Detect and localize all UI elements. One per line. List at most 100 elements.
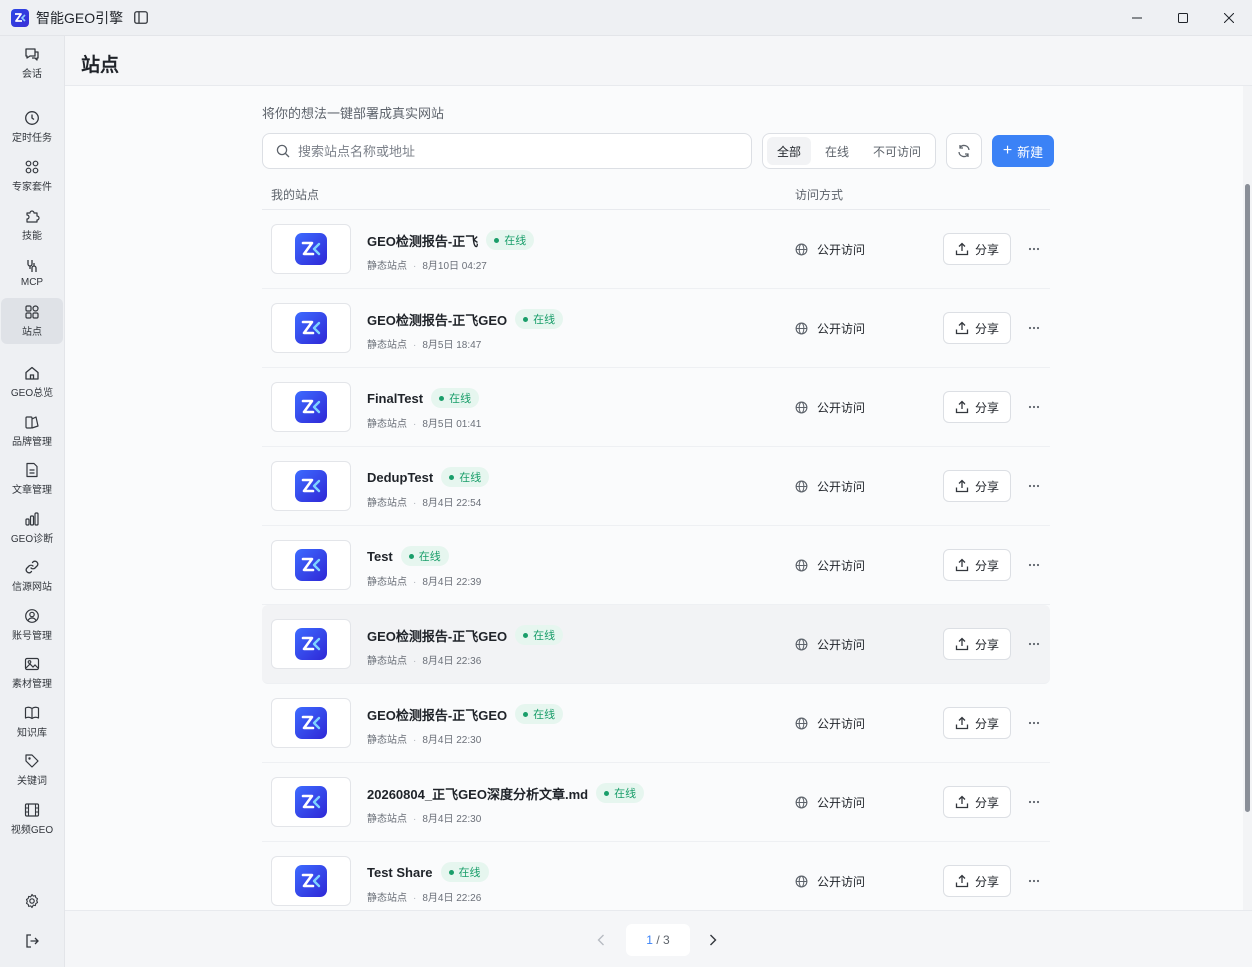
share-button[interactable]: 分享 xyxy=(943,786,1011,818)
maximize-button[interactable] xyxy=(1160,0,1206,36)
refresh-button[interactable] xyxy=(946,133,982,169)
minimize-button[interactable] xyxy=(1114,0,1160,36)
more-options-button[interactable] xyxy=(1024,714,1044,732)
site-type: 静态站点 xyxy=(367,261,407,272)
site-name[interactable]: Test Share xyxy=(367,865,433,880)
status-label: 在线 xyxy=(449,393,472,405)
site-row[interactable]: GEO检测报告-正飞GEO 在线 静态站点 · 8月4日 22:30 公开访问 分享 xyxy=(262,684,1050,763)
sidebar-item-scheduled-tasks[interactable]: 定时任务 xyxy=(0,104,64,150)
share-button[interactable]: 分享 xyxy=(943,628,1011,660)
more-options-button[interactable] xyxy=(1024,319,1044,337)
share-button[interactable]: 分享 xyxy=(943,233,1011,265)
sidebar-item-knowledge-base[interactable]: 知识库 xyxy=(0,699,64,745)
site-thumbnail[interactable] xyxy=(271,540,351,590)
site-row[interactable]: GEO检测报告-正飞GEO 在线 静态站点 · 8月4日 22:36 公开访问 分享 xyxy=(262,605,1050,684)
title-bar: 智能GEO引擎 xyxy=(0,0,1252,36)
sidebar-item-brand-management[interactable]: 品牌管理 xyxy=(0,408,64,454)
next-page-button[interactable] xyxy=(704,931,722,949)
sidebar-item-account-management[interactable]: 账号管理 xyxy=(0,602,64,648)
column-header-access: 访问方式 xyxy=(795,188,844,202)
site-row[interactable]: DedupTest 在线 静态站点 · 8月4日 22:54 公开访问 分享 xyxy=(262,447,1050,526)
globe-icon xyxy=(795,243,808,256)
site-row[interactable]: FinalTest 在线 静态站点 · 8月5日 01:41 公开访问 分享 xyxy=(262,368,1050,447)
site-row[interactable]: GEO检测报告-正飞 在线 静态站点 · 8月10日 04:27 公开访问 分享 xyxy=(262,210,1050,289)
site-thumbnail[interactable] xyxy=(271,224,351,274)
sidebar-item-chat[interactable]: 会话 xyxy=(0,40,64,86)
site-row[interactable]: Test Share 在线 静态站点 · 8月4日 22:26 公开访问 分享 xyxy=(262,842,1050,910)
site-thumbnail[interactable] xyxy=(271,619,351,669)
search-input[interactable] xyxy=(298,143,718,159)
share-button[interactable]: 分享 xyxy=(943,865,1011,897)
sidebar-item-geo-diagnosis[interactable]: GEO诊断 xyxy=(0,505,64,551)
share-label: 分享 xyxy=(974,400,999,415)
settings-button[interactable] xyxy=(0,886,64,916)
site-name[interactable]: GEO检测报告-正飞GEO xyxy=(367,705,507,724)
more-options-button[interactable] xyxy=(1024,398,1044,416)
new-site-button[interactable]: + 新建 xyxy=(992,135,1054,167)
status-dot-icon xyxy=(523,316,529,322)
site-name[interactable]: Test xyxy=(367,549,393,564)
share-button[interactable]: 分享 xyxy=(943,549,1011,581)
sidebar-item-article-management[interactable]: 文章管理 xyxy=(0,456,64,502)
more-dots-icon xyxy=(1028,800,1040,804)
site-name[interactable]: GEO检测报告-正飞GEO xyxy=(367,310,507,329)
sidebar-item-mcp[interactable]: MCP xyxy=(0,250,64,296)
share-label: 分享 xyxy=(974,242,999,257)
close-window-button[interactable] xyxy=(1206,0,1252,36)
site-row[interactable]: GEO检测报告-正飞GEO 在线 静态站点 · 8月5日 18:47 公开访问 分享 xyxy=(262,289,1050,368)
meta-separator: · xyxy=(413,340,417,351)
sidebar-toggle-icon[interactable] xyxy=(133,10,149,26)
filter-unreachable[interactable]: 不可访问 xyxy=(863,137,931,165)
site-type: 静态站点 xyxy=(367,735,407,746)
filter-all[interactable]: 全部 xyxy=(767,137,811,165)
access-mode: 公开访问 xyxy=(795,399,865,416)
site-thumbnail[interactable] xyxy=(271,698,351,748)
sidebar-item-label: GEO总览 xyxy=(10,388,54,399)
more-options-button[interactable] xyxy=(1024,240,1044,258)
sidebar-item-asset-management[interactable]: 素材管理 xyxy=(0,650,64,696)
share-button[interactable]: 分享 xyxy=(943,312,1011,344)
more-options-button[interactable] xyxy=(1024,872,1044,890)
sidebar-item-source-sites[interactable]: 信源网站 xyxy=(0,553,64,599)
more-options-button[interactable] xyxy=(1024,477,1044,495)
plus-icon: + xyxy=(1002,142,1013,159)
site-name[interactable]: DedupTest xyxy=(367,470,433,485)
filter-online[interactable]: 在线 xyxy=(811,137,863,165)
site-thumbnail[interactable] xyxy=(271,303,351,353)
more-options-button[interactable] xyxy=(1024,635,1044,653)
more-options-button[interactable] xyxy=(1024,556,1044,574)
sidebar-item-keywords[interactable]: 关键词 xyxy=(0,747,64,793)
logout-button[interactable] xyxy=(0,926,64,956)
clock-icon xyxy=(25,111,39,125)
prev-page-button[interactable] xyxy=(592,931,610,949)
share-button[interactable]: 分享 xyxy=(943,470,1011,502)
site-meta: 静态站点 · 8月4日 22:30 xyxy=(367,731,481,746)
sidebar: 会话 定时任务 专家套件 技能 MCP 站点 GEO总览 品牌管理 文章管理 G… xyxy=(0,36,65,967)
share-button[interactable]: 分享 xyxy=(943,707,1011,739)
site-name[interactable]: 20260804_正飞GEO深度分析文章.md xyxy=(367,784,588,803)
site-thumbnail[interactable] xyxy=(271,777,351,827)
site-row[interactable]: 20260804_正飞GEO深度分析文章.md 在线 静态站点 · 8月4日 22:30… xyxy=(262,763,1050,842)
site-name[interactable]: FinalTest xyxy=(367,391,423,406)
search-box[interactable] xyxy=(262,133,752,169)
meta-separator: · xyxy=(413,498,417,509)
site-name[interactable]: GEO检测报告-正飞 xyxy=(367,231,478,250)
site-meta: 静态站点 · 8月5日 18:47 xyxy=(367,336,481,351)
scrollbar-thumb[interactable] xyxy=(1245,184,1250,812)
site-row[interactable]: Test 在线 静态站点 · 8月4日 22:39 公开访问 分享 xyxy=(262,526,1050,605)
site-name[interactable]: GEO检测报告-正飞GEO xyxy=(367,626,507,645)
document-icon xyxy=(26,462,38,478)
more-options-button[interactable] xyxy=(1024,793,1044,811)
sidebar-item-expert-kit[interactable]: 专家套件 xyxy=(0,153,64,199)
share-button[interactable]: 分享 xyxy=(943,391,1011,423)
sidebar-item-sites[interactable]: 站点 xyxy=(1,298,63,344)
site-thumbnail[interactable] xyxy=(271,382,351,432)
sites-icon xyxy=(25,305,39,319)
sidebar-item-video-geo[interactable]: 视频GEO xyxy=(0,796,64,842)
site-updated-time: 8月4日 22:26 xyxy=(422,893,482,904)
sidebar-item-skills[interactable]: 技能 xyxy=(0,202,64,248)
scrollbar[interactable] xyxy=(1243,86,1252,910)
sidebar-item-geo-overview[interactable]: GEO总览 xyxy=(0,359,64,405)
site-thumbnail[interactable] xyxy=(271,461,351,511)
site-thumbnail[interactable] xyxy=(271,856,351,906)
